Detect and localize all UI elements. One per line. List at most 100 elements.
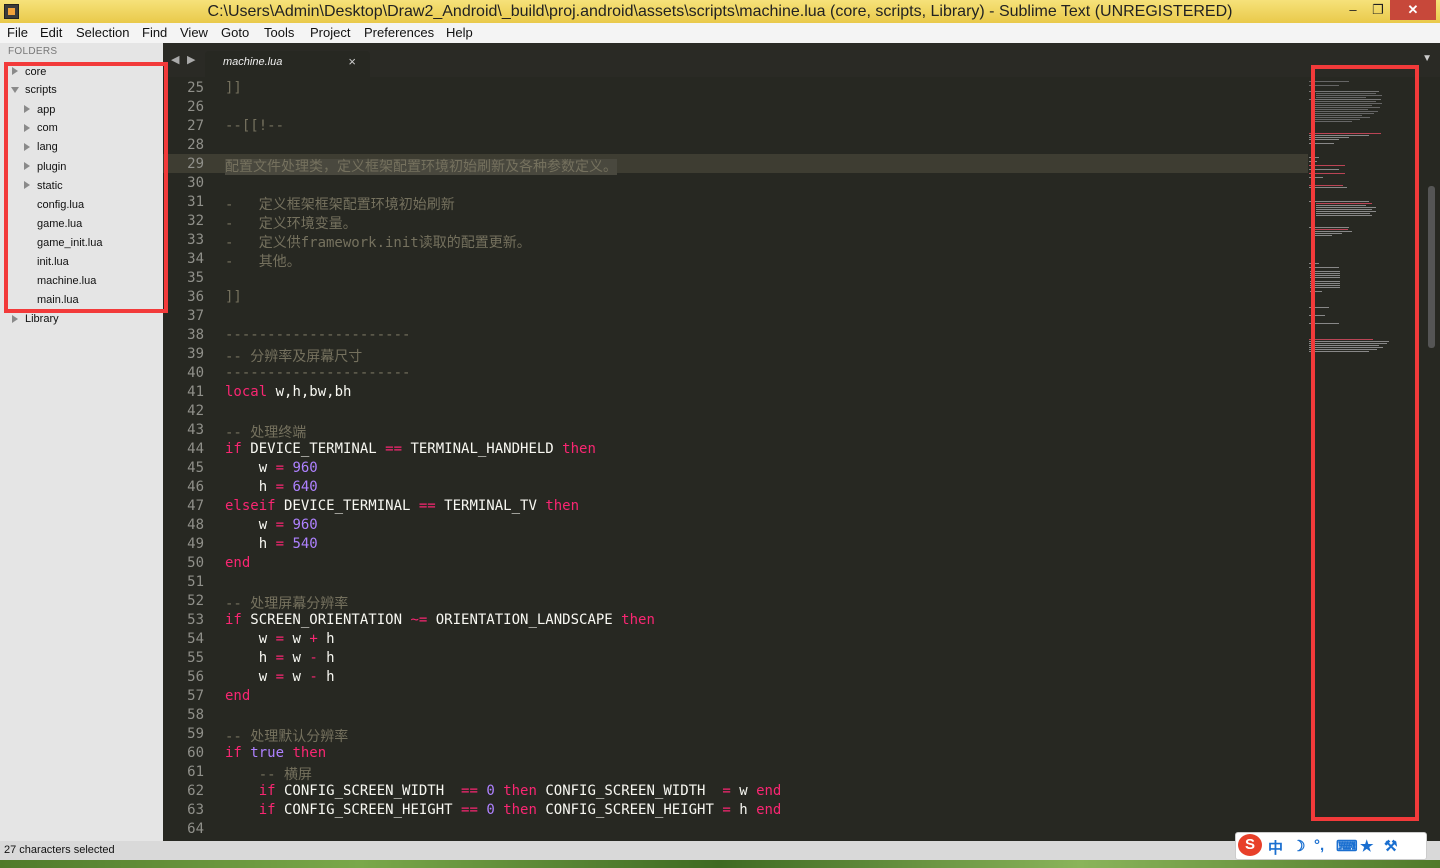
code-token: h xyxy=(225,479,276,495)
code-line[interactable]: local w,h,bw,bh xyxy=(225,384,351,400)
code-token: = xyxy=(275,669,285,685)
code-line[interactable]: h = 640 xyxy=(225,479,318,495)
menu-view[interactable]: View xyxy=(180,25,208,40)
menu-file[interactable]: File xyxy=(7,25,28,40)
code-token: w,h,bw,bh xyxy=(267,384,352,400)
menu-goto[interactable]: Goto xyxy=(221,25,249,40)
code-token: h xyxy=(317,669,335,685)
menu-selection[interactable]: Selection xyxy=(76,25,129,40)
code-line[interactable]: w = 960 xyxy=(225,517,318,533)
expand-arrow-icon[interactable] xyxy=(12,315,18,323)
code-token: -- 横屏 xyxy=(225,767,313,783)
code-token: CONFIG_SCREEN_HEIGHT xyxy=(536,802,723,818)
menu-project[interactable]: Project xyxy=(310,25,350,40)
code-token: -- 分辨率及屏幕尺寸 xyxy=(225,349,363,365)
code-line[interactable]: end xyxy=(225,555,250,571)
menu-help[interactable]: Help xyxy=(446,25,473,40)
code-token: ---------------------- xyxy=(225,365,411,381)
code-line[interactable]: -- 处理屏幕分辨率 xyxy=(225,593,348,613)
tab-back-arrow-icon[interactable]: ◀ xyxy=(171,53,179,66)
code-line[interactable]: h = 540 xyxy=(225,536,318,552)
code-token: 640 xyxy=(292,479,318,495)
code-token: true xyxy=(250,745,285,761)
maximize-button[interactable]: ❐ xyxy=(1366,0,1390,20)
tab-label: machine.lua xyxy=(223,56,283,68)
code-token: DEVICE_TERMINAL xyxy=(275,498,419,514)
code-line[interactable]: ]] xyxy=(225,80,242,96)
skin-icon[interactable]: ★ xyxy=(1360,837,1373,855)
code-line[interactable]: - 定义环境变量。 xyxy=(225,213,357,233)
sogou-logo-icon[interactable]: S xyxy=(1238,834,1262,856)
code-token: if xyxy=(258,802,276,818)
folder-library[interactable]: Library xyxy=(25,313,59,325)
punctuation-icon[interactable]: °, xyxy=(1314,837,1324,854)
tab-dropdown-icon[interactable]: ▼ xyxy=(1422,53,1432,64)
code-line[interactable]: -- 处理终端 xyxy=(225,422,306,442)
code-line[interactable]: w = w + h xyxy=(225,631,335,647)
code-line[interactable]: elseif DEVICE_TERMINAL == TERMINAL_TV th… xyxy=(225,498,579,514)
line-number: 36 xyxy=(187,289,204,305)
tab-forward-arrow-icon[interactable]: ▶ xyxy=(187,53,195,66)
code-token: then xyxy=(621,612,655,628)
code-line[interactable]: - 定义框架框架配置环境初始刷新 xyxy=(225,194,455,214)
code-token: == xyxy=(461,783,478,799)
code-token: w xyxy=(225,669,276,685)
code-line[interactable]: --[[!-- xyxy=(225,118,284,134)
code-token: == xyxy=(385,441,403,457)
menu-edit[interactable]: Edit xyxy=(40,25,62,40)
code-line[interactable]: - 定义供framework.init读取的配置更新。 xyxy=(225,232,531,252)
code-line[interactable]: -- 处理默认分辨率 xyxy=(225,726,348,746)
code-token: if xyxy=(225,612,242,628)
keyboard-icon[interactable]: ⌨ xyxy=(1336,837,1358,855)
code-line[interactable]: h = w - h xyxy=(225,650,335,666)
code-line[interactable]: - 其他。 xyxy=(225,251,301,271)
code-line[interactable]: end xyxy=(225,688,250,704)
code-line[interactable]: if DEVICE_TERMINAL == TERMINAL_HANDHELD … xyxy=(225,441,596,457)
tab-machine-lua[interactable]: machine.lua × xyxy=(205,51,370,77)
code-token: CONFIG_SCREEN_WIDTH xyxy=(275,783,462,799)
line-number: 33 xyxy=(187,232,204,248)
code-line[interactable]: w = 960 xyxy=(225,460,318,476)
code-line[interactable]: ---------------------- xyxy=(225,327,410,343)
code-line[interactable]: w = w - h xyxy=(225,669,335,685)
code-token: 0 xyxy=(486,783,495,799)
code-line[interactable]: 配置文件处理类，定义框架配置环境初始刷新及各种参数定义。 xyxy=(225,156,617,176)
code-line[interactable]: ]] xyxy=(225,289,242,305)
menu-preferences[interactable]: Preferences xyxy=(364,25,434,40)
code-token: -- 处理屏幕分辨率 xyxy=(225,596,349,612)
tab-close-icon[interactable]: × xyxy=(348,54,356,69)
code-token: 配置文件处理类，定义框架配置环境初始刷新及各种参数定义。 xyxy=(225,159,617,175)
line-number: 34 xyxy=(187,251,204,267)
line-number: 27 xyxy=(187,118,204,134)
code-line[interactable]: ---------------------- xyxy=(225,365,410,381)
code-token: -- 处理终端 xyxy=(225,425,307,441)
code-line[interactable]: -- 横屏 xyxy=(225,764,312,784)
code-line[interactable]: if SCREEN_ORIENTATION ~= ORIENTATION_LAN… xyxy=(225,612,655,628)
line-number: 35 xyxy=(187,270,204,286)
chinese-mode-icon[interactable]: 中 xyxy=(1268,837,1283,858)
code-token: --[[!-- xyxy=(225,118,285,134)
menu-find[interactable]: Find xyxy=(142,25,167,40)
tools-icon[interactable]: ⚒ xyxy=(1384,837,1397,855)
menu-tools[interactable]: Tools xyxy=(264,25,294,40)
code-token: 960 xyxy=(292,460,318,476)
minimap-highlight-box xyxy=(1311,65,1419,821)
close-button[interactable]: ✕ xyxy=(1390,0,1436,20)
code-token: = xyxy=(275,517,285,533)
vertical-scrollbar[interactable] xyxy=(1428,186,1435,348)
code-token: == xyxy=(461,802,478,818)
line-number: 25 xyxy=(187,80,204,96)
code-line[interactable]: -- 分辨率及屏幕尺寸 xyxy=(225,346,362,366)
code-line[interactable]: if CONFIG_SCREEN_HEIGHT == 0 then CONFIG… xyxy=(225,802,782,818)
line-number: 49 xyxy=(187,536,204,552)
code-token: ORIENTATION_LANDSCAPE xyxy=(427,612,622,628)
moon-icon[interactable]: ☽ xyxy=(1292,837,1305,855)
code-line[interactable]: if true then xyxy=(225,745,326,761)
minimize-button[interactable]: – xyxy=(1340,0,1366,20)
line-number: 30 xyxy=(187,175,204,191)
code-line[interactable]: if CONFIG_SCREEN_WIDTH == 0 then CONFIG_… xyxy=(225,783,782,799)
code-token: TERMINAL_HANDHELD xyxy=(402,441,563,457)
